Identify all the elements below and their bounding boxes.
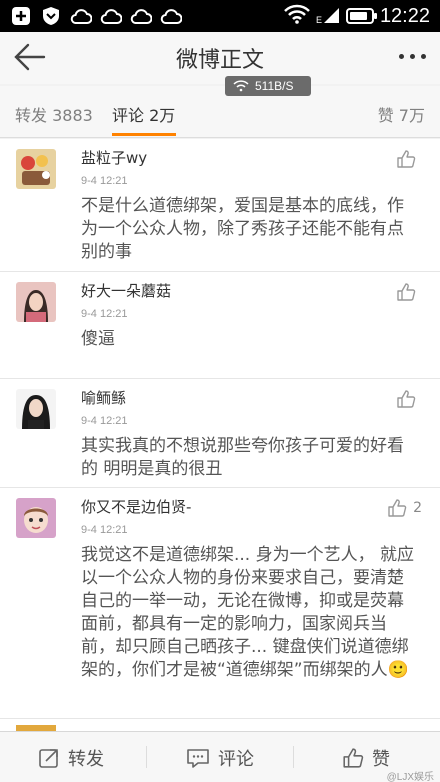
thumbs-up-icon [397, 390, 416, 408]
cloud-icon [160, 6, 182, 26]
tab-repost[interactable]: 转发 3883 [15, 102, 93, 126]
bottom-action-bar: 转发 评论 赞 [0, 731, 440, 782]
network-speed-badge: 511B/S [225, 76, 311, 96]
comment-item[interactable]: 喻鲕鲧 9-4 12:21 其实我真的不想说那些夸你孩子可爱的好看的 明明是真的… [0, 379, 440, 488]
comment-author[interactable]: 好大一朵蘑菇 [81, 280, 171, 301]
repost-icon [39, 748, 58, 768]
thumbs-up-icon [397, 150, 416, 168]
comment-item[interactable]: 你又不是边伯贤- 9-4 12:21 我觉这不是道德绑架... 身为一个艺人， … [0, 488, 440, 719]
svg-text:E: E [316, 15, 322, 24]
tab-bar: 转发 3883 评论 2万 赞 7万 [0, 86, 440, 138]
more-dot-icon [410, 54, 415, 59]
tab-active-indicator [112, 133, 176, 136]
comment-button[interactable]: 评论 [186, 732, 254, 782]
app-bar: 微博正文 [0, 32, 440, 84]
comment-item-partial[interactable] [0, 719, 440, 731]
avatar[interactable] [16, 389, 56, 429]
comment-text: 我觉这不是道德绑架... 身为一个艺人， 就应以一个公众人物的身份来要求自己，要… [81, 545, 415, 680]
comment-text: 傻逼 [81, 329, 115, 349]
page-title: 微博正文 [175, 48, 264, 73]
repost-button[interactable]: 转发 [38, 732, 104, 782]
avatar[interactable] [16, 498, 56, 538]
comment-author[interactable]: 盐粒子wy [81, 147, 147, 168]
shield-notification-icon [40, 6, 62, 26]
comment-label: 评论 [218, 748, 254, 770]
comment-text: 其实我真的不想说那些夸你孩子可爱的好看的 明明是真的很丑 [81, 436, 404, 479]
like-button[interactable]: 2 [387, 498, 422, 518]
comment-time: 9-4 12:21 [81, 524, 128, 536]
cloud-icon [130, 6, 152, 26]
network-speed-text: 511B/S [255, 79, 294, 93]
comment-list: 盐粒子wy 9-4 12:21 不是什么道德绑架，爱国是基本的底线，作为一个公众… [0, 139, 440, 719]
battery-icon [345, 8, 377, 24]
like-bottom-button[interactable]: 赞 [342, 732, 390, 782]
watermark: @LJX娱乐 [386, 772, 434, 782]
comment-item[interactable]: 盐粒子wy 9-4 12:21 不是什么道德绑架，爱国是基本的底线，作为一个公众… [0, 139, 440, 272]
thumbs-up-icon [388, 499, 407, 517]
avatar[interactable] [16, 149, 56, 189]
comment-author[interactable]: 喻鲕鲧 [81, 387, 126, 408]
comment-author[interactable]: 你又不是边伯贤- [81, 496, 191, 517]
divider [293, 746, 294, 768]
thumbs-up-icon [343, 747, 364, 768]
tab-comments[interactable]: 评论 2万 [112, 102, 175, 126]
status-bar: E 12:22 [0, 0, 440, 32]
like-button[interactable] [396, 389, 422, 409]
like-count: 2 [413, 500, 422, 516]
more-dot-icon [421, 54, 426, 59]
comment-time: 9-4 12:21 [81, 308, 128, 320]
comment-icon [187, 748, 209, 768]
tab-likes[interactable]: 赞 7万 [378, 102, 425, 126]
add-notification-icon [10, 6, 32, 26]
repost-label: 转发 [68, 748, 104, 770]
cloud-icon [100, 6, 122, 26]
comment-text: 不是什么道德绑架，爱国是基本的底线，作为一个公众人物，除了秀孩子还能不能有点别的… [81, 196, 404, 262]
more-options-button[interactable] [399, 54, 426, 59]
wifi-icon [233, 80, 249, 92]
status-time: 12:22 [379, 4, 430, 27]
like-button[interactable] [396, 282, 422, 302]
signal-icon: E [316, 4, 340, 28]
divider [146, 746, 147, 768]
more-dot-icon [399, 54, 404, 59]
wifi-icon [284, 4, 310, 28]
comment-item[interactable]: 好大一朵蘑菇 9-4 12:21 傻逼 [0, 272, 440, 379]
like-label: 赞 [372, 748, 390, 770]
like-button[interactable] [396, 149, 422, 169]
thumbs-up-icon [397, 283, 416, 301]
cloud-icon [70, 6, 92, 26]
comment-time: 9-4 12:21 [81, 175, 128, 187]
avatar[interactable] [16, 282, 56, 322]
comment-time: 9-4 12:21 [81, 415, 128, 427]
